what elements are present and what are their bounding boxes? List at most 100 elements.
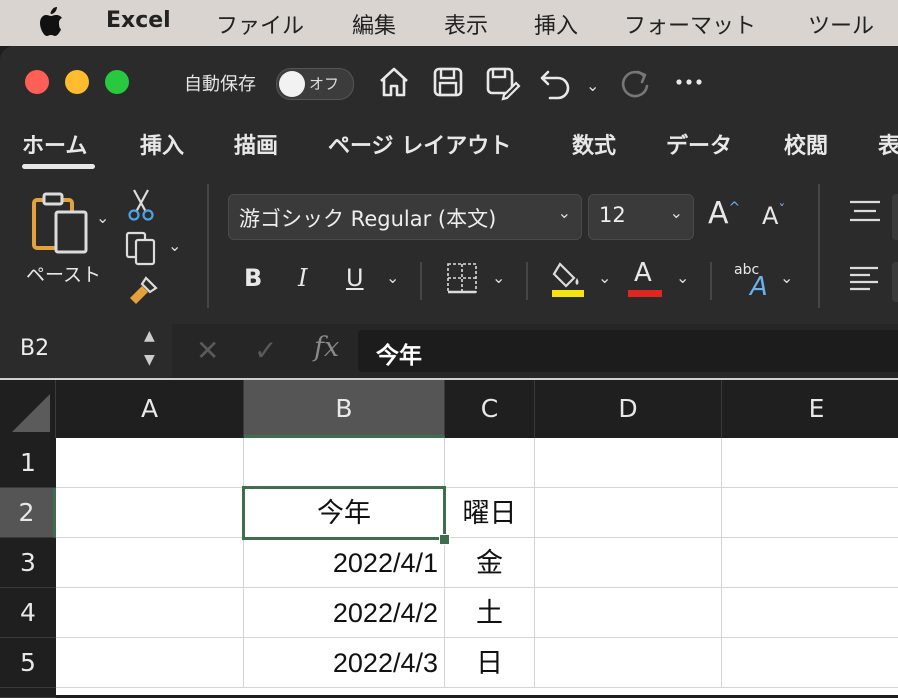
cell-C3[interactable]: 金 — [445, 538, 535, 588]
fill-handle[interactable] — [439, 534, 450, 545]
decrease-font-size-icon[interactable]: Aˇ — [762, 202, 785, 230]
menu-view[interactable]: 表示 — [444, 8, 488, 40]
cell-B1[interactable] — [244, 438, 445, 488]
font-color-button[interactable]: A — [628, 258, 664, 298]
name-box[interactable]: B2 ▲ ▼ — [0, 324, 172, 378]
more-options-icon[interactable] — [670, 62, 710, 102]
cell-D1[interactable] — [535, 438, 722, 488]
macos-menu-bar: Excel ファイル 編集 表示 挿入 フォーマット ツール — [0, 0, 898, 46]
tab-formulas[interactable]: 数式 — [572, 128, 616, 160]
wrap-text-button-partial[interactable] — [892, 194, 898, 240]
cell-B2[interactable]: 今年 — [244, 488, 445, 538]
row-header-5[interactable]: 5 — [0, 638, 56, 688]
tab-review[interactable]: 校閲 — [784, 128, 828, 160]
save-icon[interactable] — [428, 62, 468, 102]
column-header-A[interactable]: A — [56, 380, 244, 438]
cell-C5[interactable]: 日 — [445, 638, 535, 688]
close-window-button[interactable] — [25, 70, 49, 94]
cell-E2[interactable] — [722, 488, 898, 538]
underline-button[interactable]: U — [346, 264, 364, 292]
home-icon[interactable] — [374, 62, 414, 102]
redo-icon[interactable] — [614, 62, 654, 102]
fill-color-swatch — [552, 290, 584, 297]
tab-draw[interactable]: 描画 — [234, 128, 278, 160]
copy-dropdown-chevron-icon[interactable]: ⌄ — [168, 236, 181, 255]
font-color-dropdown-chevron-icon[interactable]: ⌄ — [676, 268, 689, 287]
minimize-window-button[interactable] — [65, 70, 89, 94]
cell-B5[interactable]: 2022/4/3 — [244, 638, 445, 688]
merge-button-partial[interactable] — [892, 262, 898, 302]
cut-scissors-icon[interactable] — [126, 188, 156, 222]
text-effects-dropdown-chevron-icon[interactable]: ⌄ — [780, 268, 793, 287]
row-header-2[interactable]: 2 — [0, 488, 56, 538]
row-header-1[interactable]: 1 — [0, 438, 56, 488]
copy-icon[interactable] — [124, 230, 160, 266]
name-box-down-arrow-icon[interactable]: ▼ — [144, 352, 155, 368]
cell-C1[interactable] — [445, 438, 535, 488]
fill-color-bucket-icon[interactable] — [550, 258, 586, 298]
paste-dropdown-chevron-icon[interactable]: ⌄ — [96, 208, 109, 227]
column-header-B[interactable]: B — [244, 380, 445, 438]
menu-tools[interactable]: ツール — [808, 8, 874, 40]
cell-B4[interactable]: 2022/4/2 — [244, 588, 445, 638]
row-header-4[interactable]: 4 — [0, 588, 56, 638]
borders-icon[interactable] — [446, 262, 478, 294]
format-painter-brush-icon[interactable] — [126, 274, 160, 308]
row-header-6-partial[interactable] — [0, 688, 56, 698]
formula-input[interactable]: 今年 — [358, 330, 898, 372]
cell-C2[interactable]: 曜日 — [445, 488, 535, 538]
insert-function-fx-icon[interactable]: fx — [314, 332, 339, 363]
font-size-dropdown[interactable]: 12 ⌄ — [588, 194, 694, 240]
menu-edit[interactable]: 編集 — [352, 8, 396, 40]
menu-insert[interactable]: 挿入 — [534, 8, 578, 40]
cell-A5[interactable] — [56, 638, 244, 688]
tab-page-layout[interactable]: ページ レイアウト — [328, 128, 511, 160]
align-top-icon[interactable] — [848, 198, 882, 224]
fill-color-dropdown-chevron-icon[interactable]: ⌄ — [598, 268, 611, 287]
column-header-D[interactable]: D — [535, 380, 722, 438]
cell-E3[interactable] — [722, 538, 898, 588]
text-effects-button[interactable]: abc A — [732, 262, 776, 302]
tab-home[interactable]: ホーム — [22, 128, 87, 160]
apple-menu-icon[interactable] — [38, 6, 68, 38]
zoom-window-button[interactable] — [105, 70, 129, 94]
name-box-up-arrow-icon[interactable]: ▲ — [144, 328, 155, 344]
tab-view[interactable]: 表 — [878, 128, 898, 160]
cell-D5[interactable] — [535, 638, 722, 688]
menu-file[interactable]: ファイル — [216, 8, 304, 40]
cell-A1[interactable] — [56, 438, 244, 488]
cell-E4[interactable] — [722, 588, 898, 638]
align-left-icon[interactable] — [848, 264, 882, 294]
confirm-check-icon[interactable]: ✓ — [254, 334, 277, 367]
cell-A4[interactable] — [56, 588, 244, 638]
cell-D4[interactable] — [535, 588, 722, 638]
italic-button[interactable]: I — [298, 264, 307, 292]
menu-app-name[interactable]: Excel — [106, 8, 171, 33]
font-name-dropdown[interactable]: 游ゴシック Regular (本文) ⌄ — [228, 194, 582, 240]
tab-data[interactable]: データ — [666, 128, 732, 160]
select-all-corner[interactable] — [0, 380, 56, 438]
paste-icon[interactable] — [28, 190, 94, 256]
menu-format[interactable]: フォーマット — [624, 8, 756, 40]
column-header-E[interactable]: E — [722, 380, 898, 438]
cell-B3[interactable]: 2022/4/1 — [244, 538, 445, 588]
increase-font-size-icon[interactable]: A^ — [708, 196, 740, 231]
underline-dropdown-chevron-icon[interactable]: ⌄ — [386, 268, 399, 287]
cancel-x-icon[interactable]: ✕ — [196, 334, 219, 367]
tab-insert[interactable]: 挿入 — [140, 128, 184, 160]
autosave-toggle[interactable]: オフ — [276, 68, 354, 100]
bold-button[interactable]: B — [244, 264, 262, 292]
cell-D3[interactable] — [535, 538, 722, 588]
borders-dropdown-chevron-icon[interactable]: ⌄ — [492, 268, 505, 287]
cell-E5[interactable] — [722, 638, 898, 688]
cell-A2[interactable] — [56, 488, 244, 538]
cell-E1[interactable] — [722, 438, 898, 488]
column-header-C[interactable]: C — [445, 380, 535, 438]
cell-C4[interactable]: 土 — [445, 588, 535, 638]
row-header-3[interactable]: 3 — [0, 538, 56, 588]
cell-A3[interactable] — [56, 538, 244, 588]
undo-dropdown-chevron-icon[interactable]: ⌄ — [586, 76, 599, 95]
undo-icon[interactable] — [536, 62, 576, 102]
cell-D2[interactable] — [535, 488, 722, 538]
save-as-icon[interactable] — [482, 62, 522, 102]
